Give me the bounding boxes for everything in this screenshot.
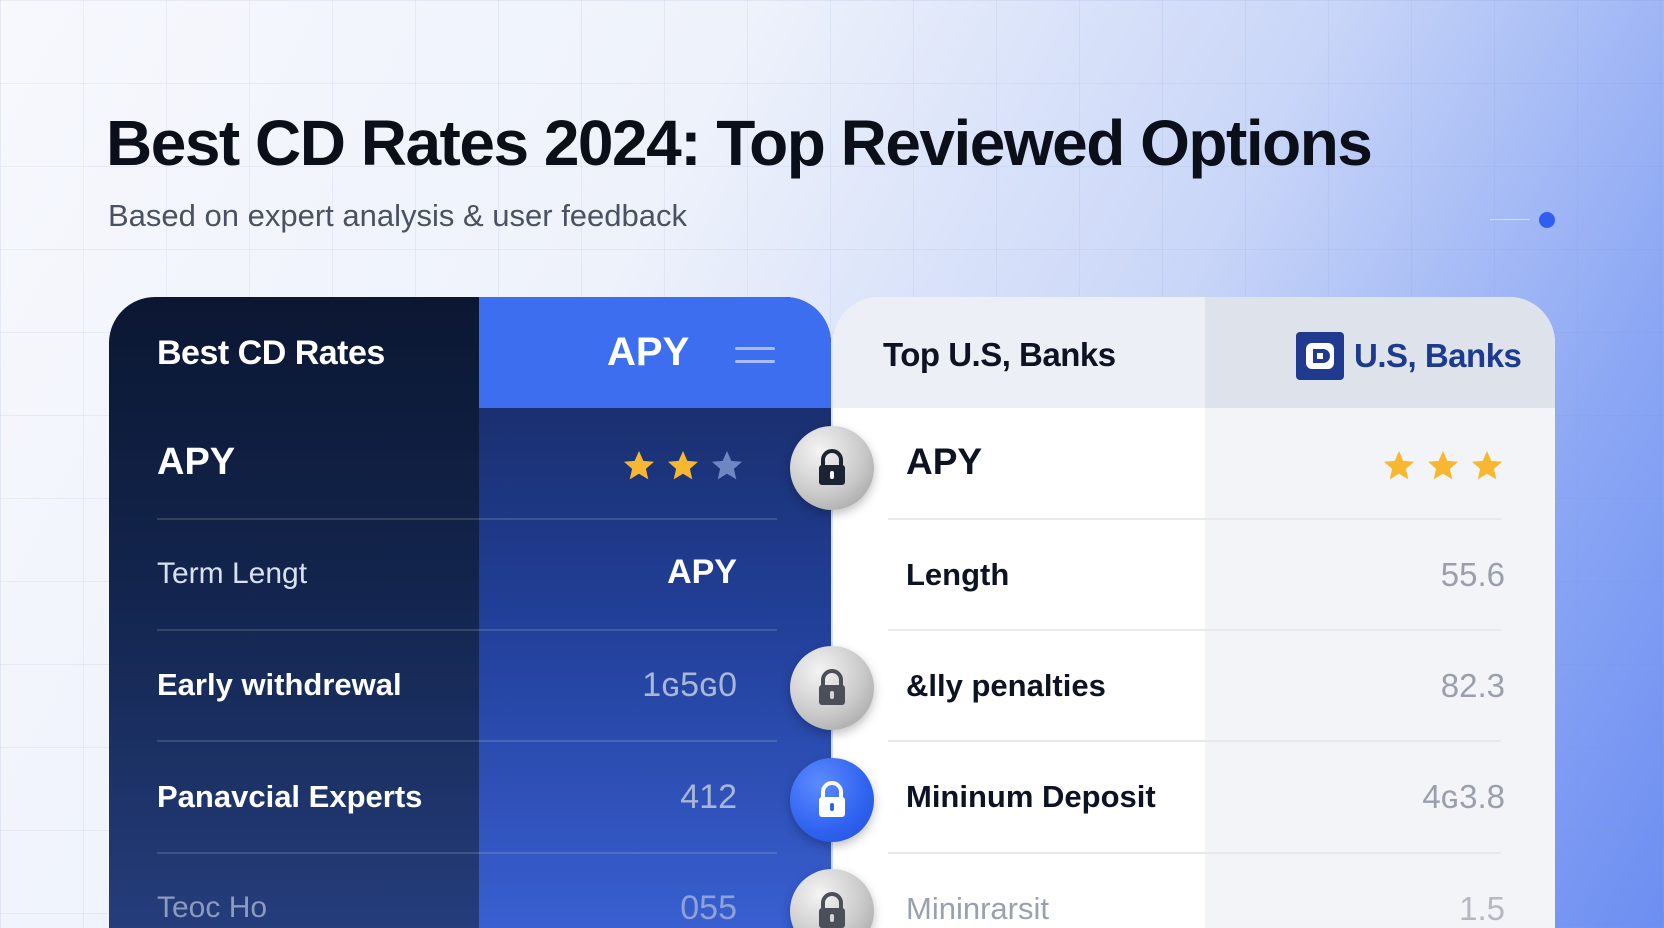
right-row-value: 82.3 xyxy=(1440,667,1505,704)
bank-name[interactable]: U.S, Banks xyxy=(1354,337,1522,375)
right-row-value: 4ɢ3.8 xyxy=(1422,778,1505,815)
star-filled-icon xyxy=(1384,451,1414,480)
right-row-apy[interactable]: APY xyxy=(833,408,1555,520)
star-filled-icon xyxy=(624,451,654,480)
right-row-partial[interactable]: Mininrarsit 1.5 xyxy=(833,853,1555,928)
left-row-value: APY xyxy=(667,553,737,591)
right-row-label: APY xyxy=(906,441,983,482)
left-row-label: Early withdrewal xyxy=(157,667,402,702)
lock-badge-apy[interactable] xyxy=(790,426,874,510)
right-row-label: Length xyxy=(906,557,1010,592)
left-row-label: Teoc Ho xyxy=(157,891,268,924)
left-row-experts[interactable]: Panavcial Experts 412 xyxy=(109,741,831,853)
right-panel-header: Top U.S, Banks U.S, Banks xyxy=(833,297,1555,408)
star-filled-icon xyxy=(668,451,698,480)
right-row-label: Mininrarsit xyxy=(906,891,1049,926)
top-us-banks-panel: Top U.S, Banks U.S, Banks APY Length 55.… xyxy=(833,297,1555,928)
lock-icon xyxy=(819,669,845,705)
lock-icon xyxy=(819,781,845,817)
rating-stars-right xyxy=(1381,448,1505,484)
bank-logo-icon[interactable] xyxy=(1296,332,1344,380)
left-row-apy[interactable]: APY xyxy=(109,408,831,520)
page-subtitle: Based on expert analysis & user feedback xyxy=(108,198,688,233)
lock-icon xyxy=(819,892,845,928)
right-row-length[interactable]: Length 55.6 xyxy=(833,519,1555,631)
left-row-partial[interactable]: Teoc Ho 055 xyxy=(109,853,831,928)
left-row-label: Term Lengt xyxy=(157,557,308,590)
best-cd-rates-panel: Best CD Rates APY APY Term Lengt APY Ear… xyxy=(109,297,831,928)
apy-header-cell[interactable]: APY xyxy=(479,297,831,408)
right-row-penalties[interactable]: &lly penalties 82.3 xyxy=(833,630,1555,742)
left-row-label: APY xyxy=(157,441,236,483)
right-row-value: 55.6 xyxy=(1440,556,1505,593)
right-panel-title: Top U.S, Banks xyxy=(883,336,1116,373)
decorative-dot xyxy=(1539,212,1555,228)
left-row-value: 055 xyxy=(680,889,737,927)
left-row-term-length[interactable]: Term Lengt APY xyxy=(109,519,831,631)
lock-badge-minimum-deposit[interactable] xyxy=(790,758,874,842)
left-row-label: Panavcial Experts xyxy=(157,779,423,814)
lock-icon xyxy=(819,449,845,485)
apy-header-label: APY xyxy=(607,330,690,374)
right-row-value: 1.5 xyxy=(1459,890,1505,927)
lock-badge-penalties[interactable] xyxy=(790,646,874,730)
right-row-label: Mininum Deposit xyxy=(906,779,1156,814)
left-panel-header: Best CD Rates APY xyxy=(109,297,831,408)
left-row-value: 1ɢ5ɢ0 xyxy=(642,666,737,704)
decorative-line xyxy=(1490,219,1530,220)
right-row-minimum-deposit[interactable]: Mininum Deposit 4ɢ3.8 xyxy=(833,741,1555,853)
menu-icon[interactable] xyxy=(735,347,775,367)
left-row-value: 412 xyxy=(680,778,737,816)
star-filled-icon xyxy=(1472,451,1502,480)
rating-stars-left xyxy=(621,448,745,484)
star-empty-icon xyxy=(712,451,742,480)
page-title: Best CD Rates 2024: Top Reviewed Options xyxy=(106,107,1373,179)
left-panel-title: Best CD Rates xyxy=(157,334,385,372)
left-row-early-withdrawal[interactable]: Early withdrewal 1ɢ5ɢ0 xyxy=(109,630,831,742)
right-row-label: &lly penalties xyxy=(906,668,1106,703)
star-filled-icon xyxy=(1428,451,1458,480)
